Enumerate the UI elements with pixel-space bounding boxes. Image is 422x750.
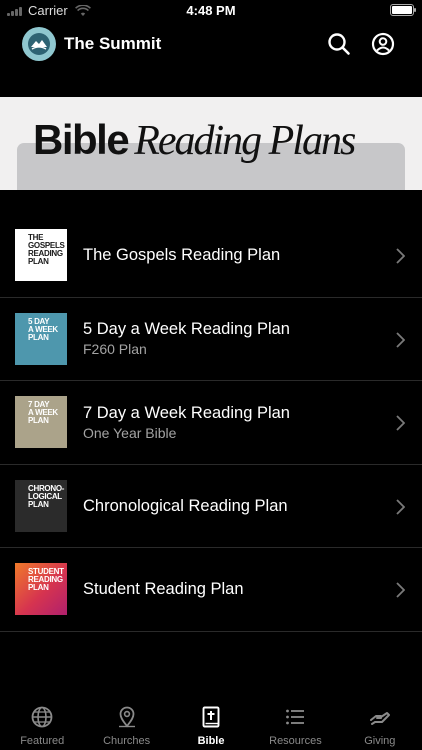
location-pin-icon xyxy=(118,706,135,728)
banner-title-bold: Bible xyxy=(33,116,130,163)
app-header: The Summit xyxy=(0,22,422,66)
tab-label: Bible xyxy=(197,735,225,747)
plan-subtitle: F260 Plan xyxy=(83,341,147,358)
plan-thumbnail: STUDENT READING PLAN xyxy=(15,563,67,616)
banner-title-script: Reading Plans xyxy=(134,118,356,164)
plan-row-gospels[interactable]: THE GOSPELS READING PLAN The Gospels Rea… xyxy=(0,214,422,298)
banner-title: Bible Reading Plans xyxy=(33,116,356,165)
plan-row-5-day[interactable]: 5 DAY A WEEK PLAN 5 Day a Week Reading P… xyxy=(0,298,422,381)
tab-featured[interactable]: Featured xyxy=(0,700,84,750)
tab-label: Resources xyxy=(269,735,322,747)
list-icon xyxy=(286,709,305,725)
plan-text: 5 Day a Week Reading Plan F260 Plan xyxy=(83,319,290,358)
bible-reading-plans-banner: Bible Reading Plans xyxy=(0,97,422,190)
chevron-right-icon xyxy=(396,331,405,348)
account-icon[interactable] xyxy=(371,32,395,56)
plan-title: 7 Day a Week Reading Plan xyxy=(83,403,290,422)
chevron-right-icon xyxy=(396,248,405,264)
thumb-line: PLAN xyxy=(28,416,49,426)
plan-title: Chronological Reading Plan xyxy=(83,496,288,515)
giving-hand-icon xyxy=(369,712,390,725)
bible-icon xyxy=(202,706,220,728)
plan-thumbnail: 5 DAY A WEEK PLAN xyxy=(15,312,67,365)
plan-title: 5 Day a Week Reading Plan xyxy=(83,320,290,339)
plan-text: Chronological Reading Plan xyxy=(83,496,288,516)
chevron-right-icon xyxy=(396,415,405,431)
status-bar: Carrier 4:48 PM xyxy=(0,0,422,22)
battery-icon xyxy=(390,4,416,16)
tab-label: Featured xyxy=(20,735,65,747)
tab-resources[interactable]: Resources xyxy=(253,700,337,750)
globe-icon xyxy=(31,706,53,728)
plan-title: Student Reading Plan xyxy=(83,580,244,599)
plan-row-student[interactable]: STUDENT READING PLAN Student Reading Pla… xyxy=(0,548,422,632)
chevron-right-icon xyxy=(396,582,405,598)
plan-thumbnail: THE GOSPELS READING PLAN xyxy=(15,229,67,282)
tab-label: Giving xyxy=(364,735,396,747)
reading-plan-list: THE GOSPELS READING PLAN The Gospels Rea… xyxy=(0,214,422,632)
thumb-line: PLAN xyxy=(28,499,49,509)
plan-thumbnail: CHRONO- LOGICAL PLAN xyxy=(15,479,67,532)
tab-bar: Featured Churches Bible Resources Giving xyxy=(0,700,422,750)
app-logo[interactable] xyxy=(22,27,56,61)
plan-title: The Gospels Reading Plan xyxy=(83,246,281,265)
tab-giving[interactable]: Giving xyxy=(338,700,422,750)
plan-text: The Gospels Reading Plan xyxy=(83,245,280,265)
tab-label: Churches xyxy=(103,735,151,747)
tab-churches[interactable]: Churches xyxy=(84,700,168,750)
thumb-line: PLAN xyxy=(28,257,49,267)
plan-row-chronological[interactable]: CHRONO- LOGICAL PLAN Chronological Readi… xyxy=(0,465,422,548)
search-icon[interactable] xyxy=(327,32,351,56)
chevron-right-icon xyxy=(396,498,405,515)
mountain-logo-icon xyxy=(28,33,50,55)
tab-bible[interactable]: Bible xyxy=(169,700,253,750)
thumb-line: PLAN xyxy=(28,332,49,342)
app-title: The Summit xyxy=(64,34,162,53)
plan-subtitle: One Year Bible xyxy=(83,424,177,441)
plan-row-7-day[interactable]: 7 DAY A WEEK PLAN 7 Day a Week Reading P… xyxy=(0,381,422,465)
status-time: 4:48 PM xyxy=(186,3,236,18)
plan-text: 7 Day a Week Reading Plan One Year Bible xyxy=(83,403,290,442)
plan-thumbnail: 7 DAY A WEEK PLAN xyxy=(15,396,67,449)
thumb-line: PLAN xyxy=(28,583,49,593)
plan-text: Student Reading Plan xyxy=(83,579,244,599)
